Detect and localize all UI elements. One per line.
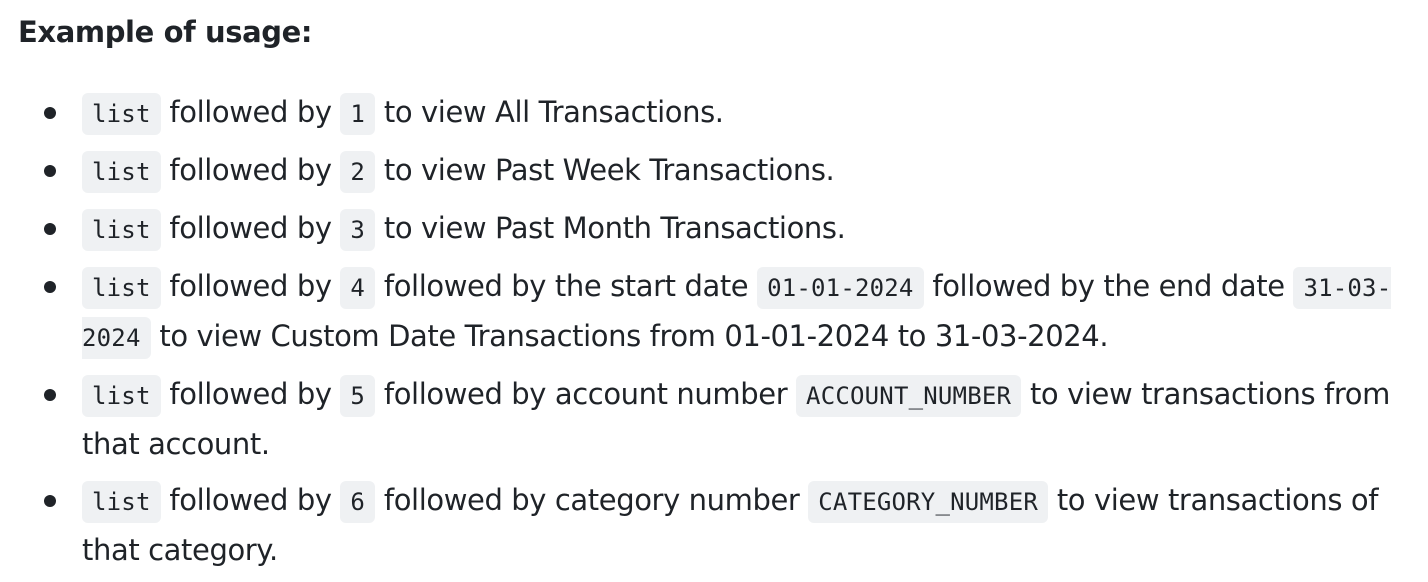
inline-code-start-date: 01-01-2024 [757, 267, 924, 309]
item-text: to view Past Month Transactions. [375, 211, 846, 245]
list-item: list followed by 3 to view Past Month Tr… [0, 204, 1428, 254]
inline-code-option: 6 [340, 481, 376, 523]
item-text: followed by [160, 211, 341, 245]
inline-code-command: list [82, 481, 161, 523]
inline-code-command: list [82, 375, 161, 417]
inline-code-command: list [82, 151, 161, 193]
item-text: to view Past Week Transactions. [375, 153, 835, 187]
inline-code-option: 3 [340, 209, 376, 251]
bullet-icon [44, 281, 56, 293]
item-text: followed by [160, 377, 341, 411]
inline-code-option: 4 [340, 267, 376, 309]
inline-code-category-number: CATEGORY_NUMBER [808, 481, 1049, 523]
list-item: list followed by 1 to view All Transacti… [0, 88, 1428, 138]
inline-code-option: 5 [340, 375, 376, 417]
list-item: list followed by 4 followed by the start… [0, 262, 1428, 362]
item-text: to view All Transactions. [375, 95, 724, 129]
item-text: followed by [160, 269, 341, 303]
inline-code-command: list [82, 209, 161, 251]
inline-code-command: list [82, 93, 161, 135]
usage-list: list followed by 1 to view All Transacti… [0, 88, 1428, 582]
list-item: list followed by 5 followed by account n… [0, 370, 1428, 468]
inline-code-command: list [82, 267, 161, 309]
inline-code-account-number: ACCOUNT_NUMBER [796, 375, 1022, 417]
item-text: followed by [160, 153, 341, 187]
section-heading: Example of usage: [18, 15, 313, 49]
list-item: list followed by 2 to view Past Week Tra… [0, 146, 1428, 196]
bullet-icon [44, 389, 56, 401]
inline-code-option: 2 [340, 151, 376, 193]
item-text: followed by account number [375, 377, 797, 411]
item-text: followed by category number [375, 483, 809, 517]
bullet-icon [44, 223, 56, 235]
list-item: list followed by 6 followed by category … [0, 476, 1428, 574]
item-text: followed by [160, 483, 341, 517]
item-text: followed by the end date [923, 269, 1294, 303]
inline-code-option: 1 [340, 93, 376, 135]
item-text: followed by [160, 95, 341, 129]
bullet-icon [44, 495, 56, 507]
item-text: followed by the start date [375, 269, 758, 303]
bullet-icon [44, 107, 56, 119]
document: Example of usage: list followed by 1 to … [0, 0, 1428, 572]
item-text: to view Custom Date Transactions from 01… [150, 319, 1109, 353]
bullet-icon [44, 165, 56, 177]
